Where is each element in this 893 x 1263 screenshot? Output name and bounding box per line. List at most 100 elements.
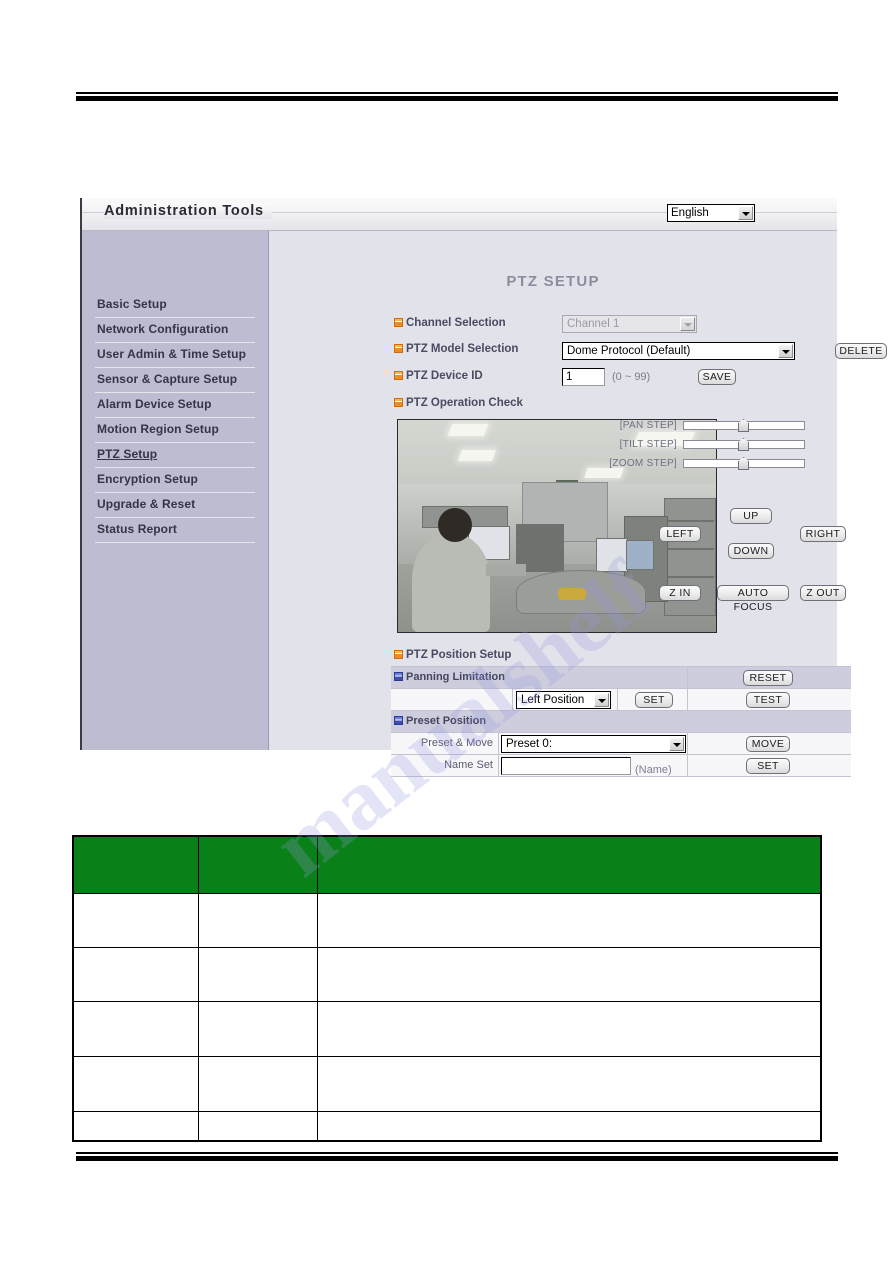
- ptz-setup-heading: PTZ SETUP: [506, 273, 600, 290]
- table-row: [73, 1001, 821, 1057]
- zoom-step-slider-thumb[interactable]: [738, 457, 749, 470]
- chevron-down-icon[interactable]: [680, 317, 695, 331]
- panning-limitation-test-cell: TEST: [688, 689, 851, 710]
- chevron-down-icon[interactable]: [594, 693, 609, 707]
- sidebar-item-alarm-device-setup[interactable]: Alarm Device Setup: [95, 393, 255, 418]
- panning-limitation-header-row: Panning Limitation RESET: [391, 667, 851, 689]
- video-ceiling-light: [457, 450, 497, 461]
- chevron-down-icon[interactable]: [778, 344, 793, 358]
- preset-move-select[interactable]: Preset 0:: [501, 735, 686, 753]
- preset-move-value: Preset 0:: [506, 738, 553, 750]
- table-header-cell-1: [73, 836, 199, 894]
- video-shelf-divider: [666, 520, 714, 522]
- table-cell: [198, 1001, 318, 1057]
- window-titlebar: Administration Tools English: [82, 198, 837, 231]
- orange-bullet-icon: [394, 344, 403, 353]
- panning-limitation-select-cell: Left Position: [513, 689, 618, 710]
- ptz-device-id-input[interactable]: 1: [562, 368, 605, 386]
- chevron-down-icon[interactable]: [669, 737, 684, 751]
- page-title-administration-tools: Administration Tools: [104, 203, 272, 219]
- video-keyboard: [486, 564, 526, 576]
- table-row: [73, 893, 821, 948]
- chevron-down-icon[interactable]: [738, 206, 753, 220]
- table-cell: [198, 947, 318, 1002]
- ptz-model-selection-value: Dome Protocol (Default): [567, 345, 691, 357]
- up-button[interactable]: UP: [730, 508, 772, 524]
- preset-move-label: Preset & Move: [391, 733, 499, 754]
- name-set-button-cell: SET: [688, 755, 851, 776]
- table-row: [73, 1056, 821, 1112]
- table-cell: [198, 1056, 318, 1112]
- tilt-step-slider-thumb[interactable]: [738, 438, 749, 451]
- zoom-step-label: [ZOOM STEP]: [609, 458, 677, 469]
- sidebar-item-basic-setup[interactable]: Basic Setup: [95, 293, 255, 318]
- test-button[interactable]: TEST: [746, 692, 790, 708]
- channel-selection-select[interactable]: Channel 1: [562, 315, 697, 333]
- zoom-out-button[interactable]: Z OUT: [800, 585, 846, 601]
- sidebar-item-network-configuration[interactable]: Network Configuration: [95, 318, 255, 343]
- ptz-position-setup-label: PTZ Position Setup: [394, 649, 511, 661]
- video-desk-object: [558, 588, 586, 600]
- name-set-button[interactable]: SET: [746, 758, 790, 774]
- panning-limitation-set-button[interactable]: SET: [635, 692, 673, 708]
- page-bottom-rule: [76, 1152, 838, 1161]
- sidebar-item-status-report[interactable]: Status Report: [95, 518, 255, 543]
- panning-limitation-spacer-cell: [391, 689, 513, 710]
- administration-tools-window: Administration Tools English Basic Setup…: [80, 198, 887, 895]
- table-header-cell-2: [198, 836, 318, 894]
- name-set-input[interactable]: [501, 757, 631, 775]
- sidebar-item-ptz-setup[interactable]: PTZ Setup: [95, 443, 255, 468]
- ptz-model-selection-select[interactable]: Dome Protocol (Default): [562, 342, 795, 360]
- language-select-value: English: [671, 207, 709, 219]
- name-set-row: Name Set (Name) SET: [391, 755, 851, 777]
- language-select[interactable]: English: [667, 204, 755, 222]
- orange-bullet-icon: [394, 398, 403, 407]
- channel-selection-label: Channel Selection: [394, 317, 506, 329]
- right-button[interactable]: RIGHT: [800, 526, 846, 542]
- sidebar-item-upgrade-reset[interactable]: Upgrade & Reset: [95, 493, 255, 518]
- table-row: [73, 1111, 821, 1141]
- video-ceiling-light: [447, 424, 489, 436]
- description-table-inner: [73, 836, 821, 1141]
- sidebar-item-motion-region-setup[interactable]: Motion Region Setup: [95, 418, 255, 443]
- page-top-rule: [76, 92, 838, 101]
- rule-thick-line: [76, 96, 838, 101]
- down-button[interactable]: DOWN: [728, 543, 774, 559]
- pan-step-slider[interactable]: [683, 419, 805, 432]
- blue-bullet-icon: [394, 672, 403, 681]
- table-cell: [73, 893, 199, 948]
- blue-bullet-icon: [394, 716, 403, 725]
- pan-step-slider-thumb[interactable]: [738, 419, 749, 432]
- delete-button[interactable]: DELETE: [835, 343, 887, 359]
- sidebar-item-user-admin-time-setup[interactable]: User Admin & Time Setup: [95, 343, 255, 368]
- sidebar-item-sensor-capture-setup[interactable]: Sensor & Capture Setup: [95, 368, 255, 393]
- sidebar-item-encryption-setup[interactable]: Encryption Setup: [95, 468, 255, 493]
- table-cell: [317, 1001, 821, 1057]
- window-body: Basic Setup Network Configuration User A…: [82, 231, 887, 895]
- auto-focus-button[interactable]: AUTO FOCUS: [717, 585, 789, 613]
- reset-button[interactable]: RESET: [743, 670, 793, 686]
- ptz-device-id-label: PTZ Device ID: [394, 370, 483, 382]
- preset-position-header-row: Preset Position: [391, 711, 851, 733]
- save-button[interactable]: SAVE: [698, 369, 736, 385]
- table-cell: [317, 1056, 821, 1112]
- zoom-in-button[interactable]: Z IN: [659, 585, 701, 601]
- move-button[interactable]: MOVE: [746, 736, 790, 752]
- left-button[interactable]: LEFT: [659, 526, 701, 542]
- panning-limitation-select[interactable]: Left Position: [516, 691, 611, 709]
- tilt-step-slider[interactable]: [683, 438, 805, 451]
- table-cell: [317, 1111, 821, 1141]
- preset-move-button-cell: MOVE: [688, 733, 851, 754]
- zoom-step-slider[interactable]: [683, 457, 805, 470]
- preset-position-label-cell: Preset Position: [391, 711, 851, 732]
- panning-limitation-reset-cell: RESET: [688, 667, 851, 688]
- orange-bullet-icon: [394, 650, 403, 659]
- video-monitor: [626, 540, 654, 570]
- rule-thick-line: [76, 1156, 838, 1161]
- tilt-step-label: [TILT STEP]: [619, 439, 677, 450]
- main-content: PTZ SETUP Channel Selection Channel 1 PT…: [256, 231, 887, 895]
- ptz-device-id-value: 1: [566, 371, 573, 383]
- video-person-head: [438, 508, 472, 542]
- channel-selection-value: Channel 1: [567, 318, 620, 330]
- table-header-cell-3: [317, 836, 821, 894]
